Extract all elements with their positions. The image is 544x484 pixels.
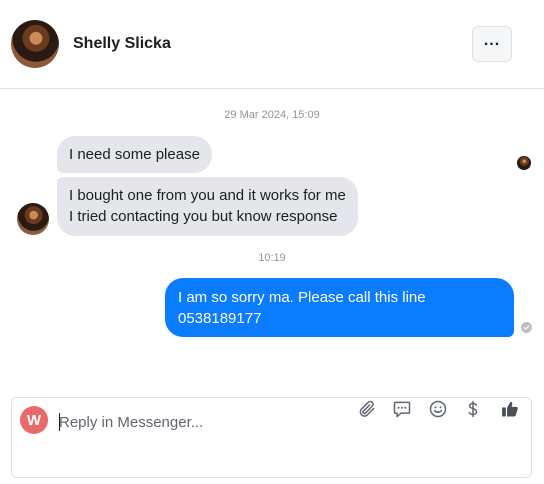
user-avatar: W <box>20 406 48 434</box>
emoji-icon[interactable] <box>427 398 449 420</box>
message-text: I am so sorry ma. Please call this line <box>178 289 426 306</box>
incoming-message: I bought one from you and it works for m… <box>57 177 358 236</box>
sender-avatar <box>17 203 49 235</box>
dollar-icon[interactable] <box>462 398 484 420</box>
more-options-label: ... <box>483 32 501 49</box>
message-text: I bought one from you and it works for m… <box>69 187 346 204</box>
reply-composer: W <box>11 397 532 478</box>
message-timestamp: 10:19 <box>258 252 286 264</box>
paperclip-icon[interactable] <box>356 398 378 420</box>
message-text: I need some please <box>69 146 200 163</box>
message-text: 0538189177 <box>178 310 262 327</box>
message-timestamp: 29 Mar 2024, 15:09 <box>224 109 320 121</box>
text-caret <box>59 413 60 431</box>
saved-replies-icon[interactable] <box>391 398 413 420</box>
message-text: I tried contacting you but know response <box>69 208 338 225</box>
thumbs-up-icon[interactable] <box>499 398 521 420</box>
incoming-message: I need some please <box>57 136 212 173</box>
contact-avatar[interactable] <box>11 20 59 68</box>
conversation-header: Shelly Slicka ... <box>0 0 544 89</box>
delivered-check-icon <box>521 322 532 333</box>
more-options-button[interactable]: ... <box>472 26 512 62</box>
outgoing-message: I am so sorry ma. Please call this line … <box>165 278 514 337</box>
contact-name[interactable]: Shelly Slicka <box>73 35 171 53</box>
seen-indicator-avatar <box>517 156 531 170</box>
